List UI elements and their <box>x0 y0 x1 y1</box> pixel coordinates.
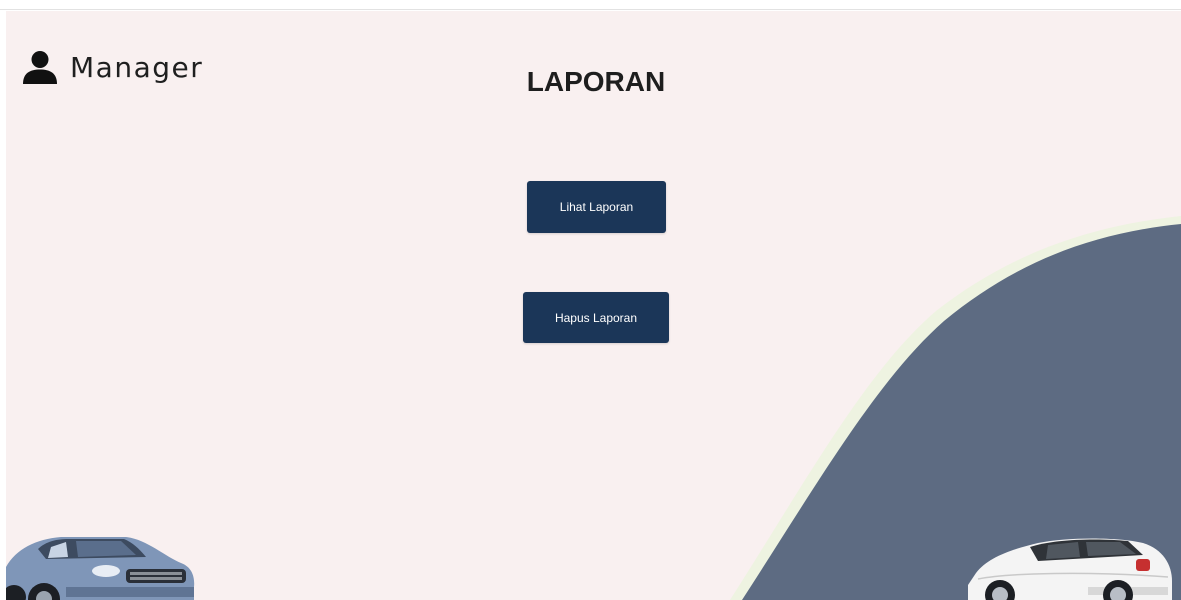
blue-suv-car-image <box>6 537 195 600</box>
page-canvas: Manager LAPORAN Lihat Laporan Hapus Lapo… <box>6 11 1181 600</box>
delete-report-button[interactable]: Hapus Laporan <box>523 292 669 343</box>
top-border <box>0 0 1181 10</box>
page-title: LAPORAN <box>526 66 666 97</box>
white-suv-car-image <box>968 538 1172 600</box>
view-report-button[interactable]: Lihat Laporan <box>527 181 666 233</box>
